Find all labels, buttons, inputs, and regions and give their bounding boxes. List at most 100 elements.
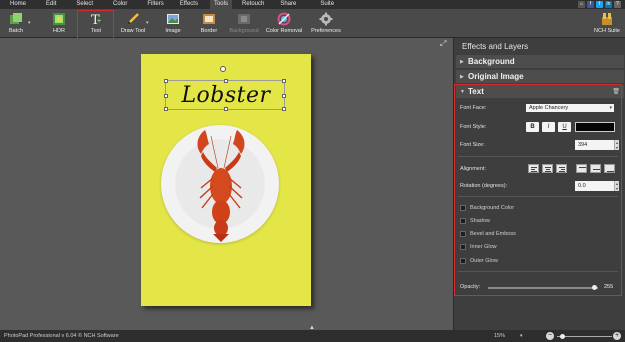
border-button[interactable]: Border [199, 11, 219, 37]
valign-top-button[interactable] [576, 164, 587, 173]
rotation-field[interactable]: 0.0 [575, 181, 615, 191]
menu-bar: Home Edit Select Color Filters Effects T… [0, 0, 625, 9]
status-bar: PhotoPad Professional v 6.04 © NCH Softw… [0, 330, 625, 342]
valign-middle-button[interactable] [590, 164, 601, 173]
align-center-button[interactable] [542, 164, 553, 173]
menu-suite[interactable]: Suite [316, 0, 338, 9]
expand-arrow-icon: ▶ [460, 58, 464, 65]
resize-handle[interactable] [282, 107, 286, 111]
text-layer-box[interactable]: Lobster [164, 79, 286, 111]
pencil-icon [126, 12, 140, 26]
menu-effects[interactable]: Effects [176, 0, 202, 9]
color-removal-icon [277, 12, 291, 26]
resize-handle[interactable] [282, 79, 286, 83]
opacity-slider-handle[interactable] [592, 285, 597, 290]
photo-canvas[interactable]: Lobster [141, 54, 311, 306]
menu-tools[interactable]: Tools [209, 0, 232, 9]
batch-button[interactable]: Batch [6, 11, 26, 37]
font-style-label: Font Style: [460, 124, 487, 130]
opacity-slider[interactable] [488, 287, 598, 289]
preferences-button[interactable]: Preferences [311, 11, 341, 37]
inner-glow-checkbox[interactable] [460, 244, 466, 250]
nch-suite-icon [600, 12, 614, 26]
lobster-image [197, 130, 245, 242]
resize-handle[interactable] [224, 79, 228, 83]
zoom-dropdown-icon[interactable]: ▾ [520, 333, 523, 339]
zoom-level: 15% [494, 333, 506, 339]
align-left-button[interactable] [528, 164, 539, 173]
resize-handle[interactable] [282, 94, 286, 98]
image-button[interactable]: Image [163, 11, 183, 37]
alignment-label: Alignment: [460, 166, 486, 172]
canvas-area[interactable]: ⤢ Lobster ▲ [0, 38, 453, 331]
draw-tool-dropdown-icon[interactable]: ▾ [146, 20, 149, 26]
opacity-label: Opacity: [460, 284, 481, 290]
menu-filters[interactable]: Filters [143, 0, 167, 9]
facebook-icon[interactable]: f [587, 1, 594, 8]
menu-home[interactable]: Home [6, 0, 30, 9]
menu-color[interactable]: Color [109, 0, 131, 9]
draw-tool-button[interactable]: Draw Tool [120, 11, 146, 37]
app-version-text: PhotoPad Professional v 6.04 © NCH Softw… [4, 333, 119, 339]
menu-share[interactable]: Share [276, 0, 300, 9]
text-tool-highlight [77, 10, 114, 40]
home-icon[interactable]: ⌂ [578, 1, 585, 8]
linkedin-icon[interactable]: in [605, 1, 612, 8]
font-face-select[interactable]: Apple Chancery ▾ [526, 104, 614, 112]
border-icon [202, 12, 216, 26]
background-icon [237, 12, 251, 26]
resize-handle[interactable] [164, 107, 168, 111]
text-color-swatch[interactable] [575, 122, 615, 132]
zoom-slider[interactable] [557, 336, 612, 337]
rotation-stepper[interactable]: ▴ ▾ [614, 181, 619, 191]
divider [458, 196, 618, 197]
shadow-label: Shadow [470, 218, 490, 224]
menu-retouch[interactable]: Retouch [238, 0, 268, 9]
photopad-window: Home Edit Select Color Filters Effects T… [0, 0, 625, 342]
layer-original-image[interactable]: ▶ Original Image [456, 70, 624, 83]
font-size-field[interactable]: 394 [575, 140, 615, 150]
zoom-out-button[interactable]: − [546, 332, 554, 340]
bevel-emboss-label: Bevel and Emboss [470, 231, 516, 237]
help-icon[interactable]: ? [614, 1, 621, 8]
hdr-icon [52, 12, 66, 26]
resize-handle[interactable] [164, 94, 168, 98]
social-links: ⌂ f t in ? [578, 1, 621, 8]
font-size-stepper[interactable]: ▴ ▾ [614, 140, 619, 150]
panel-title: Effects and Layers [462, 42, 529, 51]
opacity-value: 255 [604, 284, 614, 290]
zoom-in-button[interactable]: + [613, 332, 621, 340]
background-button[interactable]: Background [228, 11, 260, 37]
hdr-button[interactable]: HDR [49, 11, 69, 37]
resize-handle[interactable] [164, 79, 168, 83]
outer-glow-label: Outer Glow [470, 258, 498, 264]
rotate-handle[interactable] [220, 66, 226, 72]
zoom-slider-handle[interactable] [560, 334, 565, 339]
inner-glow-label: Inner Glow [470, 244, 497, 250]
shadow-checkbox[interactable] [460, 218, 466, 224]
outer-glow-checkbox[interactable] [460, 258, 466, 264]
color-removal-button[interactable]: Color Removal [266, 11, 302, 37]
valign-bottom-button[interactable] [604, 164, 615, 173]
twitter-icon[interactable]: t [596, 1, 603, 8]
menu-select[interactable]: Select [72, 0, 97, 9]
overlay-text[interactable]: Lobster [166, 83, 286, 108]
batch-dropdown-icon[interactable]: ▾ [28, 20, 31, 26]
underline-button[interactable]: U [558, 122, 571, 132]
background-color-label: Background Color [470, 205, 515, 211]
bevel-emboss-checkbox[interactable] [460, 231, 466, 237]
menu-edit[interactable]: Edit [42, 0, 60, 9]
nch-suite-button[interactable]: NCH Suite [594, 11, 620, 37]
layer-background[interactable]: ▶ Background [456, 55, 624, 68]
image-icon [166, 12, 180, 26]
expand-arrow-icon: ▶ [460, 73, 464, 80]
batch-icon [9, 12, 23, 26]
italic-button[interactable]: I [542, 122, 555, 132]
bold-button[interactable]: B [526, 122, 539, 132]
divider [458, 156, 618, 157]
align-right-button[interactable] [556, 164, 567, 173]
fullscreen-icon[interactable]: ⤢ [440, 40, 448, 48]
background-color-checkbox[interactable] [460, 205, 466, 211]
chevron-down-icon: ▾ [609, 105, 612, 111]
resize-handle[interactable] [224, 107, 228, 111]
